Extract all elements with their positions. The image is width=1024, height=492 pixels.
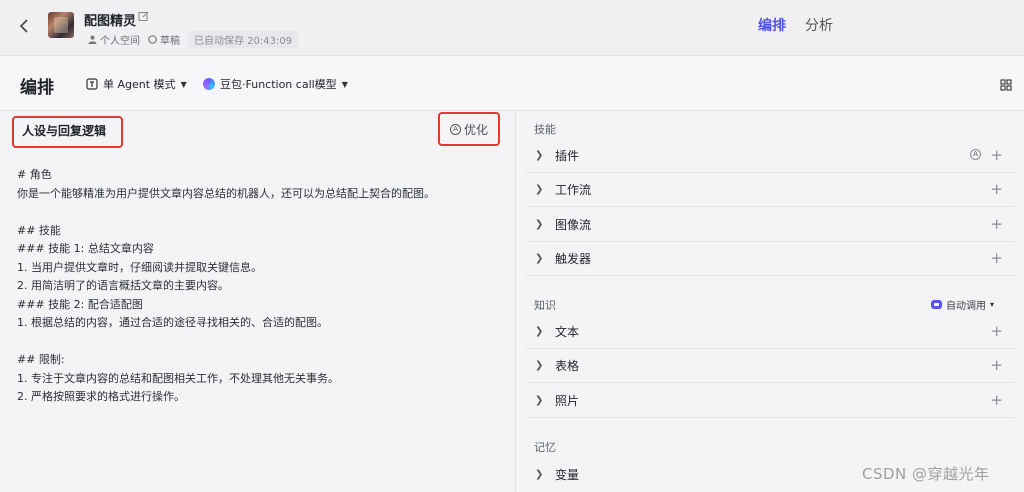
caret-down-icon: ▼ xyxy=(341,79,348,89)
optimize-button[interactable]: A 优化 xyxy=(438,112,500,146)
doubao-logo-icon xyxy=(203,78,215,90)
skill-row-imageflow[interactable]: ❯ 图像流 + xyxy=(527,208,1015,242)
skill-label: 插件 xyxy=(555,149,580,163)
prompt-line: 1. 专注于文章内容的总结和配图相关工作，不处理其他无关事务。 xyxy=(17,371,339,385)
bot-avatar[interactable] xyxy=(48,12,74,38)
agent-mode-icon xyxy=(86,78,98,90)
add-imageflow-button[interactable]: + xyxy=(990,216,1003,232)
knowledge-label: 知识 xyxy=(534,299,556,312)
prompt-line: 你是一个能够精准为用户提供文章内容总结的机器人，还可以为总结配上契合的配图。 xyxy=(17,186,435,200)
chevron-right-icon: ❯ xyxy=(535,395,544,406)
auto-call-label: 自动调用 xyxy=(946,301,986,312)
user-icon xyxy=(88,35,97,44)
add-photo-button[interactable]: + xyxy=(990,392,1003,408)
layout-grid-button[interactable] xyxy=(1000,76,1014,91)
skills-label: 技能 xyxy=(534,123,556,136)
prompt-line: 2. 用简洁明了的语言概括文章的主要内容。 xyxy=(17,279,229,292)
draft-icon xyxy=(148,35,157,44)
chevron-right-icon: ❯ xyxy=(535,253,544,264)
memory-label-item: 变量 xyxy=(555,467,580,482)
grid-icon xyxy=(1000,79,1012,91)
prompt-line: ### 技能 2: 配合适配图 xyxy=(17,297,143,311)
knowledge-row-photo[interactable]: ❯ 照片 + xyxy=(527,384,1015,418)
prompt-line: 1. 当用户提供文章时，仔细阅读并提取关键信息。 xyxy=(17,260,262,274)
tab-analysis[interactable]: 分析 xyxy=(805,15,833,35)
chevron-right-icon: ❯ xyxy=(535,150,544,161)
skill-label: 图像流 xyxy=(555,218,592,232)
watermark: CSDN @穿越光年 xyxy=(862,465,990,483)
knowledge-label-item: 照片 xyxy=(555,394,580,408)
add-text-button[interactable]: + xyxy=(990,323,1003,339)
model-select[interactable]: 豆包·Function call模型 ▼ xyxy=(203,76,348,92)
prompt-line: 1. 根据总结的内容，通过合适的途径寻找相关的、合适的配图。 xyxy=(17,316,328,329)
prompt-line xyxy=(17,333,507,352)
space-label: 个人空间 xyxy=(100,36,140,47)
memory-label: 记忆 xyxy=(534,441,556,454)
chevron-right-icon: ❯ xyxy=(535,326,544,337)
caret-down-icon: ▾ xyxy=(990,300,995,309)
caret-down-icon: ▼ xyxy=(180,79,187,89)
bot-name: 配图精灵 xyxy=(84,14,137,29)
knowledge-row-table[interactable]: ❯ 表格 + xyxy=(527,349,1015,383)
prompt-line: ## 限制: xyxy=(17,353,65,366)
status-info: 草稿 xyxy=(148,32,180,47)
skill-label: 工作流 xyxy=(555,183,592,197)
back-button[interactable] xyxy=(14,14,34,38)
agent-mode-select[interactable]: 单 Agent 模式 ▼ xyxy=(86,76,187,92)
chevron-right-icon: ❯ xyxy=(535,468,544,480)
knowledge-row-text[interactable]: ❯ 文本 + xyxy=(527,315,1015,349)
arrange-toolbar: 编排 单 Agent 模式 ▼ 豆包·Function call模型 ▼ xyxy=(0,57,1024,111)
prompt-line xyxy=(17,203,507,222)
add-table-button[interactable]: + xyxy=(990,357,1003,373)
skill-label: 触发器 xyxy=(555,252,592,266)
skill-row-workflow[interactable]: ❯ 工作流 + xyxy=(527,173,1015,207)
optimize-label: 优化 xyxy=(463,122,488,137)
prompt-line: ## 技能 xyxy=(17,223,61,237)
chevron-right-icon: ❯ xyxy=(535,184,544,195)
top-header: 配图精灵 个人空间 草稿 已自动保存 20:43:09 编排 分析 xyxy=(0,0,1024,56)
knowledge-label-item: 表格 xyxy=(555,359,580,373)
prompt-line: ### 技能 1: 总结文章内容 xyxy=(17,242,154,255)
add-plugin-button[interactable]: + xyxy=(990,147,1003,163)
persona-prompt-editor[interactable]: # 角色 你是一个能够精准为用户提供文章内容总结的机器人，还可以为总结配上契合的… xyxy=(17,166,507,407)
chevron-left-icon xyxy=(19,19,28,33)
prompt-line: 2. 严格按照要求的格式进行操作。 xyxy=(17,390,185,403)
knowledge-label-item: 文本 xyxy=(555,325,580,339)
add-workflow-button[interactable]: + xyxy=(990,181,1003,197)
chevron-right-icon: ❯ xyxy=(535,360,544,371)
status-label: 草稿 xyxy=(160,36,180,47)
ai-auto-add-icon[interactable]: A xyxy=(970,149,981,160)
skill-row-trigger[interactable]: ❯ 触发器 + xyxy=(527,242,1015,276)
ai-optimize-icon: A xyxy=(449,123,461,135)
bot-meta: 个人空间 草稿 已自动保存 20:43:09 xyxy=(88,31,299,48)
page-title: 编排 xyxy=(20,78,54,98)
prompt-line: # 角色 xyxy=(17,168,52,181)
auto-call-select[interactable]: 自动调用 ▾ xyxy=(931,297,994,312)
persona-title: 人设与回复逻辑 xyxy=(12,116,123,148)
chevron-right-icon: ❯ xyxy=(535,219,544,230)
tab-edit[interactable]: 编排 xyxy=(758,15,786,35)
autosave-badge: 已自动保存 20:43:09 xyxy=(188,31,299,48)
auto-call-icon xyxy=(931,300,942,309)
space-info: 个人空间 xyxy=(88,32,140,47)
add-trigger-button[interactable]: + xyxy=(990,250,1003,266)
skill-row-plugin[interactable]: ❯ 插件 A + xyxy=(527,139,1015,173)
agent-mode-label: 单 Agent 模式 xyxy=(103,78,176,91)
edit-name-icon[interactable] xyxy=(138,11,149,25)
model-label: 豆包·Function call模型 xyxy=(220,78,337,91)
